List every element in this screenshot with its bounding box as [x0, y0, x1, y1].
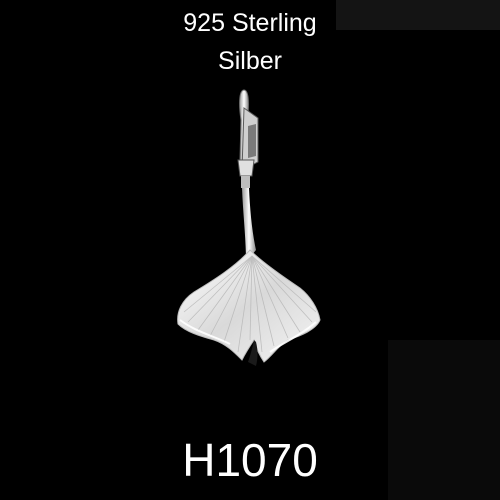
clasp [237, 89, 259, 188]
ginkgo-leaf [177, 249, 321, 366]
product-code: H1070 [182, 434, 318, 486]
product-image: 925 Sterling Silber H1070 [0, 0, 500, 500]
ginkgo-pendant-illustration [177, 89, 321, 366]
